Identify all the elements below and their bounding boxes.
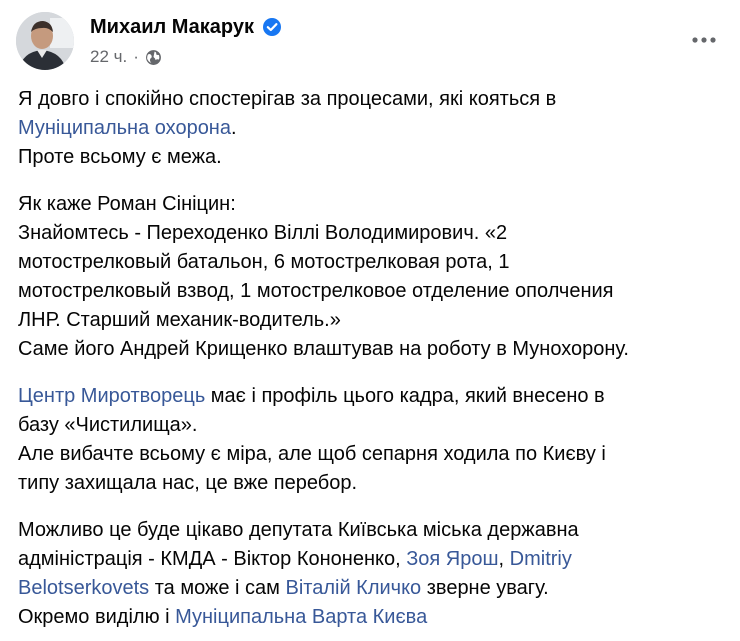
post-content: Я довго і спокійно спостерігав за процес…	[18, 85, 730, 632]
post-header: Михаил Макарук 22 ч. ·	[16, 12, 726, 70]
text: ,	[498, 548, 510, 570]
author-name-row: Михаил Макарук	[90, 14, 282, 40]
author-name[interactable]: Михаил Макарук	[90, 14, 254, 40]
text: адміністрація - КМДА - Віктор Кононенко,	[18, 548, 407, 570]
text: Окремо виділю і	[18, 606, 176, 628]
post-meta: 22 ч. ·	[90, 46, 162, 68]
text: Як каже Роман Сініцин:	[18, 193, 236, 215]
paragraph-3: Центр Миротворець має і профіль цього ка…	[18, 382, 730, 498]
paragraph-1: Я довго і спокійно спостерігав за процес…	[18, 85, 730, 172]
avatar-image	[16, 12, 74, 70]
text: Проте всьому є межа.	[18, 146, 222, 168]
page-link-municipal-varta[interactable]: Муніципальна Варта Києва	[175, 606, 427, 628]
page-link-municipal-guard[interactable]: Муніципальна охорона	[18, 117, 231, 139]
text: ЛНР. Старший механик-водитель.»	[18, 309, 341, 331]
text: Але вибачте всьому є міра, але щоб сепар…	[18, 443, 606, 465]
text: Знайомтесь - Переходенко Віллі Володимир…	[18, 222, 508, 244]
text: Я довго і спокійно спостерігав за процес…	[18, 88, 557, 110]
globe-icon[interactable]	[145, 49, 162, 66]
text: Саме його Андрей Крищенко влаштував на р…	[18, 338, 629, 360]
verified-badge-icon	[262, 17, 282, 37]
text: базу «Чистилища».	[18, 414, 198, 436]
paragraph-2: Як каже Роман Сініцин: Знайомтесь - Пере…	[18, 190, 730, 364]
text: зверне увагу.	[421, 577, 549, 599]
text: мотострелковый батальон, 6 мотострелкова…	[18, 251, 510, 273]
text: мотострелковый взвод, 1 мотострелковое о…	[18, 280, 614, 302]
text: .	[230, 117, 237, 139]
page-link-myrotvorets[interactable]: Центр Миротворець	[18, 385, 205, 407]
text: має і профіль цього кадра, який внесено …	[205, 385, 605, 407]
profile-link-zoya-yarosh[interactable]: Зоя Ярош	[406, 548, 498, 570]
text: Можливо це буде цікаво депутата Київська…	[18, 519, 579, 541]
facebook-post: Михаил Макарук 22 ч. · Я довго і спокійн…	[0, 0, 740, 641]
profile-link-dmitriy-first[interactable]: Dmitriy	[510, 548, 572, 570]
paragraph-4: Можливо це буде цікаво депутата Київська…	[18, 516, 730, 632]
avatar[interactable]	[16, 12, 74, 70]
profile-link-dmitriy-last[interactable]: Belotserkovets	[18, 577, 149, 599]
text: та може і сам	[149, 577, 286, 599]
post-timestamp[interactable]: 22 ч.	[90, 46, 127, 68]
more-options-button[interactable]	[686, 22, 722, 58]
profile-link-klitschko[interactable]: Віталій Кличко	[285, 577, 421, 599]
meta-separator: ·	[133, 47, 139, 66]
more-dots-icon	[692, 37, 716, 43]
text: типу захищала нас, це вже перебор.	[18, 472, 357, 494]
